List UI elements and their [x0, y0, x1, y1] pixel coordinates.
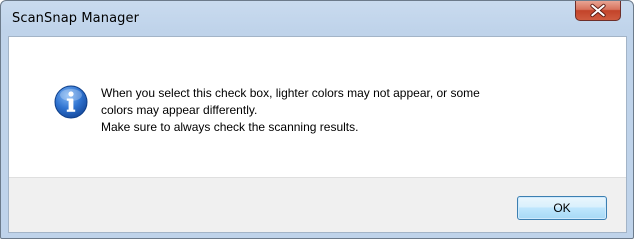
- message-line: When you select this check box, lighter …: [101, 86, 480, 100]
- message-area: When you select this check box, lighter …: [9, 37, 626, 177]
- message-line: colors may appear differently.: [101, 103, 258, 117]
- ok-button[interactable]: OK: [517, 196, 607, 220]
- dialog-message: When you select this check box, lighter …: [101, 85, 621, 136]
- dialog-client-area: When you select this check box, lighter …: [8, 36, 627, 233]
- button-bar: OK: [9, 177, 626, 232]
- dialog-window: ScanSnap Manager When you select this ch…: [0, 0, 634, 239]
- close-button[interactable]: [575, 1, 621, 21]
- title-bar[interactable]: ScanSnap Manager: [1, 1, 633, 36]
- message-line: Make sure to always check the scanning r…: [101, 120, 359, 134]
- information-icon: [54, 85, 88, 119]
- window-title: ScanSnap Manager: [12, 11, 140, 26]
- close-icon: [590, 3, 606, 18]
